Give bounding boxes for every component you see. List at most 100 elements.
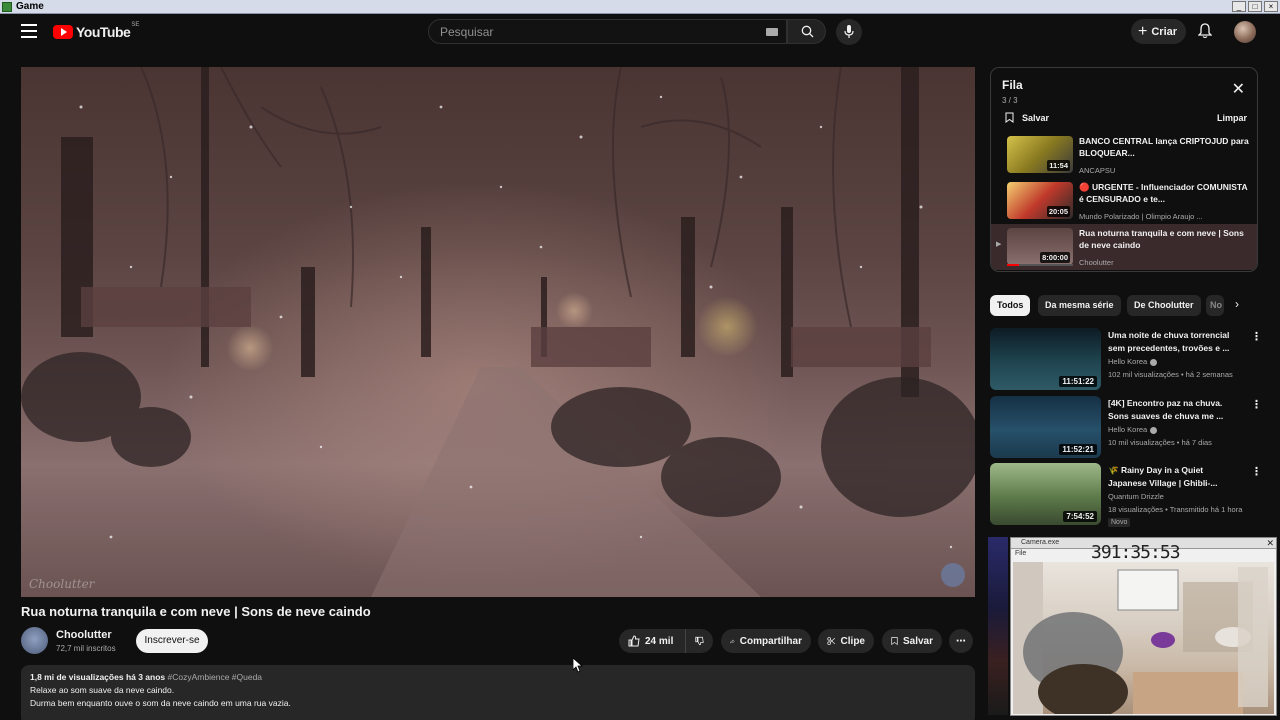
new-badge: Novo (1108, 518, 1131, 527)
youtube-logo[interactable]: YouTube SE (53, 22, 140, 40)
chevron-right-icon[interactable]: › (1235, 297, 1239, 311)
share-button[interactable]: Compartilhar (721, 629, 811, 653)
recommendation-channel: Quantum Drizzle (1108, 492, 1164, 501)
recommendation-item[interactable]: 11:52:21 [4K] Encontro paz na chuva. Son… (990, 396, 1262, 458)
recommendation-title: 🌾 Rainy Day in a Quiet Japanese Village … (1108, 465, 1218, 488)
app-icon (2, 2, 12, 12)
more-vertical-icon[interactable]: ⋮ (1251, 465, 1262, 478)
user-avatar[interactable] (1234, 21, 1256, 43)
queue-save-button[interactable]: Salvar (1005, 112, 1049, 123)
queue-item-title: BANCO CENTRAL lança CRIPTOJUD para BLOQU… (1079, 136, 1249, 158)
queue-item-title: Rua noturna tranquila e com neve | Sons … (1079, 228, 1244, 250)
video-frame (21, 67, 975, 597)
recommendation-item[interactable]: 11:51:22 Uma noite de chuva torrencial s… (990, 328, 1262, 390)
queue-item-channel: ANCAPSU (1079, 166, 1116, 175)
notifications-bell-icon[interactable] (1197, 23, 1213, 44)
chip-more[interactable]: No (1206, 295, 1224, 316)
recommendation-duration: 7:54:52 (1063, 511, 1097, 522)
now-playing-icon: ▶ (996, 241, 1002, 248)
create-button[interactable]: + Criar (1131, 19, 1186, 44)
logo-text: YouTube (76, 24, 131, 40)
youtube-play-icon (53, 25, 73, 39)
chip-from-channel[interactable]: De Choolutter (1127, 295, 1201, 316)
partially-hidden-thumbnails (988, 537, 1008, 715)
like-button[interactable]: 24 mil (619, 629, 685, 653)
channel-avatar[interactable] (21, 627, 48, 654)
hamburger-menu-icon[interactable] (21, 24, 37, 38)
recommendation-item[interactable]: 7:54:52 🌾 Rainy Day in a Quiet Japanese … (990, 463, 1262, 527)
queue-item-current[interactable]: ▶ 8:00:00 Rua noturna tranquila e com ne… (991, 224, 1257, 270)
window-controls: _ □ × (1232, 1, 1278, 12)
stream-timer: 391:35:53 (1091, 542, 1181, 563)
like-count: 24 mil (645, 635, 674, 647)
queue-item[interactable]: 20:05 🔴 URGENTE - Influenciador COMUNIST… (991, 178, 1257, 224)
more-vertical-icon[interactable]: ⋮ (1251, 330, 1262, 343)
microphone-icon (844, 25, 854, 38)
chip-todos[interactable]: Todos (990, 295, 1031, 316)
logo-country-code: SE (131, 22, 140, 28)
search-box (428, 19, 787, 44)
queue-title: Fila (1002, 78, 1023, 92)
channel-name[interactable]: Choolutter (56, 629, 112, 641)
scissors-icon (827, 637, 836, 645)
more-vertical-icon[interactable]: ⋮ (1251, 398, 1262, 411)
hashtags[interactable]: #CozyAmbience #Queda (168, 672, 263, 682)
queue-item[interactable]: 11:54 BANCO CENTRAL lança CRIPTOJUD para… (991, 132, 1257, 178)
camera-close-icon[interactable]: ✕ (1266, 538, 1274, 548)
plus-icon: + (1138, 22, 1148, 40)
queue-panel: Fila 3 / 3 ✕ Salvar Limpar 11:54 BANCO C… (990, 67, 1258, 272)
recommendation-thumbnail: 11:51:22 (990, 328, 1101, 390)
watch-progress-bar (1007, 264, 1073, 266)
dislike-button[interactable] (685, 629, 713, 653)
queue-duration: 20:05 (1046, 206, 1070, 217)
subscriber-count: 72,7 mil inscritos (56, 644, 116, 653)
queue-item-channel: Choolutter (1079, 258, 1114, 267)
subscribe-button[interactable]: Inscrever-se (136, 629, 208, 653)
recommendation-meta: 18 visualizações • Transmitido há 1 hora (1108, 505, 1243, 514)
queue-duration: 11:54 (1047, 160, 1070, 171)
video-title: Rua noturna tranquila e com neve | Sons … (21, 604, 371, 619)
search-input[interactable] (429, 20, 729, 43)
maximize-button[interactable]: □ (1248, 1, 1262, 12)
channel-branding-icon[interactable] (941, 563, 965, 587)
window-title: Game (16, 1, 44, 12)
description-line-2: Durma bem enquanto ouve o som da neve ca… (30, 698, 291, 708)
bookmark-icon (891, 637, 898, 646)
queue-save-label: Salvar (1022, 112, 1050, 123)
queue-clear-button[interactable]: Limpar (1217, 113, 1247, 123)
minimize-button[interactable]: _ (1232, 1, 1246, 12)
queue-thumbnail: 8:00:00 (1007, 228, 1073, 265)
bookmark-icon (1005, 112, 1014, 123)
queue-duration: 8:00:00 (1040, 252, 1070, 263)
more-actions-button[interactable]: ⋯ (949, 629, 973, 653)
thumbs-down-icon (695, 636, 704, 646)
keyboard-icon[interactable] (766, 28, 778, 36)
recommendation-title: [4K] Encontro paz na chuva. Sons suaves … (1108, 398, 1224, 421)
save-button[interactable]: Salvar (882, 629, 942, 653)
chip-same-series[interactable]: Da mesma série (1038, 295, 1121, 316)
camera-overlay-window[interactable]: Camera.exe ✕ File 391:35:53 (1010, 537, 1277, 716)
recommendation-duration: 11:52:21 (1059, 444, 1097, 455)
recommendation-title: Uma noite de chuva torrencial sem preced… (1108, 330, 1230, 353)
close-window-button[interactable]: × (1264, 1, 1278, 12)
search-icon (801, 25, 814, 38)
camera-file-menu[interactable]: File (1015, 550, 1026, 557)
voice-search-button[interactable] (836, 19, 862, 45)
search-button[interactable] (787, 19, 826, 44)
queue-item-channel: Mundo Polarizado | Olimpio Araujo ... (1079, 212, 1203, 221)
recommendation-meta: 102 mil visualizações • há 2 semanas (1108, 370, 1233, 379)
recommendation-meta: 10 mil visualizações • há 7 dias (1108, 438, 1212, 447)
verified-icon (1150, 426, 1158, 434)
recommendation-duration: 11:51:22 (1059, 376, 1097, 387)
close-queue-icon[interactable]: ✕ (1232, 82, 1245, 98)
create-label: Criar (1151, 25, 1178, 38)
video-player[interactable]: Choolutter (21, 67, 975, 597)
description-box[interactable]: 1,8 mi de visualizações há 3 anos #CozyA… (21, 665, 975, 720)
save-label: Salvar (902, 635, 933, 647)
video-watermark: Choolutter (29, 577, 95, 591)
more-horizontal-icon: ⋯ (956, 635, 966, 647)
queue-item-title: 🔴 URGENTE - Influenciador COMUNISTA é CE… (1079, 182, 1248, 204)
camera-window-title: Camera.exe (1021, 539, 1060, 546)
clip-button[interactable]: Clipe (818, 629, 874, 653)
recommendation-thumbnail: 11:52:21 (990, 396, 1101, 458)
